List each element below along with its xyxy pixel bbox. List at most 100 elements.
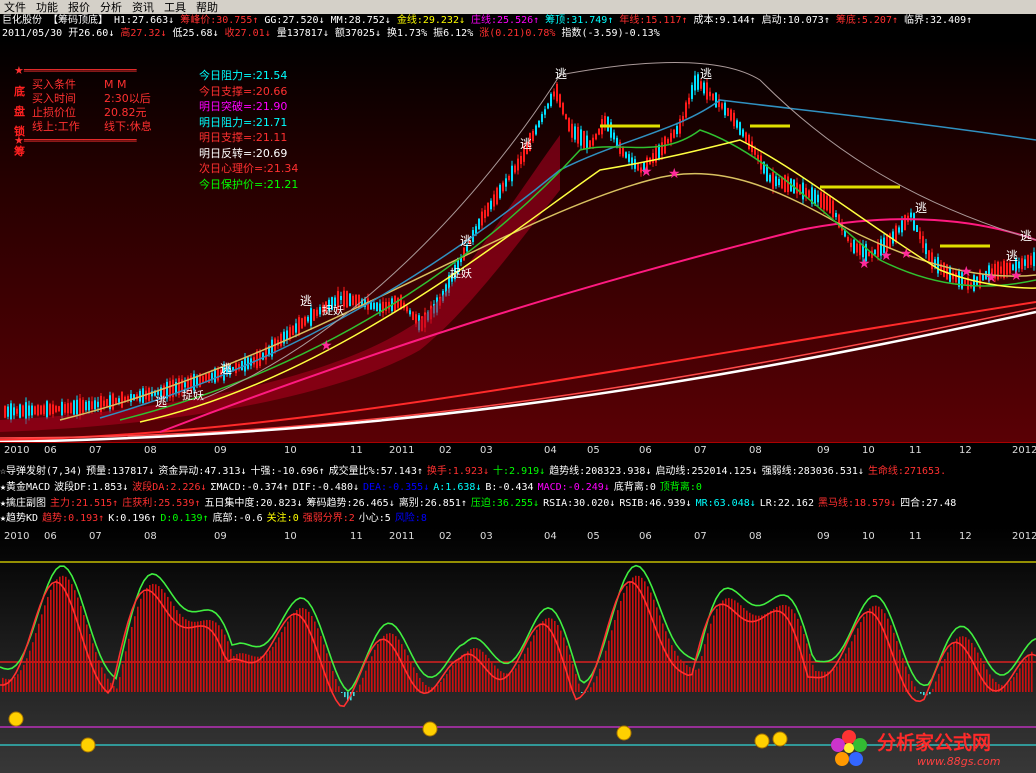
histogram-bar: [41, 614, 43, 692]
candle-body: [307, 316, 309, 322]
month-tick: 12: [959, 445, 972, 456]
histogram-bar: [401, 644, 403, 692]
star-marker: ★: [880, 248, 893, 264]
price-level: 次日心理价=:21.34: [199, 162, 299, 175]
histogram-bar: [182, 616, 184, 692]
candle-body: [856, 243, 858, 253]
candle-body: [118, 398, 120, 403]
quote-field: 量137817↓: [276, 28, 329, 39]
stock-field: 庄线:25.526↑: [471, 15, 540, 26]
month-tick: 03: [480, 445, 493, 456]
histogram-bar: [263, 655, 265, 692]
indicator-value: 压迫:36.255↓: [470, 498, 540, 509]
histogram-bar: [371, 656, 373, 692]
histogram-bar: [14, 677, 16, 692]
indicator-value: 十强:-10.696↑: [250, 466, 325, 477]
indicator-value: 筹码趋势:26.465↓: [306, 498, 395, 509]
histogram-bar: [413, 667, 415, 692]
candle-body: [706, 82, 708, 100]
indicator-value: 五日集中度:20.823↓: [204, 498, 303, 509]
indicator-value: 预量:137817↓: [86, 466, 155, 477]
histogram-bar: [251, 655, 253, 692]
candle-body: [46, 401, 48, 419]
candle-body: [739, 122, 741, 135]
candle-body: [772, 172, 774, 189]
indicator-value: 趋势:0.193↑: [42, 513, 105, 524]
histogram-bar: [890, 625, 892, 692]
histogram-bar: [638, 575, 640, 692]
candle-body: [589, 140, 591, 149]
month-tick: 09: [214, 445, 227, 456]
histogram-bar: [398, 639, 400, 692]
histogram-bar: [479, 649, 481, 692]
histogram-bar: [713, 615, 715, 692]
candle-body: [121, 391, 123, 408]
candle-body: [547, 103, 549, 109]
candle-body: [925, 243, 927, 255]
histogram-bar: [440, 681, 442, 692]
candle-body: [1030, 255, 1032, 265]
histogram-bar: [365, 670, 367, 692]
histogram-bar: [458, 657, 460, 692]
candle-body: [556, 83, 558, 102]
histogram-bar: [245, 653, 247, 692]
candle-body: [520, 155, 522, 165]
quote-field: 额37025↓: [334, 28, 381, 39]
price-level: 明日支撑=:21.11: [199, 131, 288, 144]
indicator-value: 十:2.919↓: [493, 466, 546, 477]
candle-body: [715, 92, 717, 108]
candle-body: [22, 405, 24, 417]
histogram-bar: [284, 626, 286, 692]
candle-body: [895, 225, 897, 242]
candle-body: [598, 128, 600, 135]
histogram-bar: [971, 642, 973, 692]
quote-field: 开26.60↓: [68, 28, 115, 39]
month-tick: 11: [350, 445, 363, 456]
indicator-value: 底背离:0: [613, 482, 656, 493]
candle-body: [802, 182, 804, 200]
histogram-bar: [446, 674, 448, 692]
histogram-bar: [665, 631, 667, 692]
candle-body: [346, 290, 348, 308]
trend-kd-subchart[interactable]: 2010 06 07 08 09 10 11 2011 02 03 04 05 06 07 08 09 10 11…: [0, 527, 1036, 773]
histogram-bar: [758, 615, 760, 692]
histogram-bar: [362, 677, 364, 692]
sub-month-tick: 06: [639, 531, 652, 542]
histogram-bar: [476, 648, 478, 692]
histogram-bar: [314, 621, 316, 692]
escape-label: 逃: [300, 294, 312, 308]
trade-info-box: ★═════════════════ 买入条件 M M 买入时间 2:30以后 止损价位 2…: [14, 64, 152, 158]
candle-body: [76, 399, 78, 415]
candle-body: [202, 376, 204, 383]
histogram-bar: [866, 611, 868, 692]
stock-field: 筹峰价:30.755↑: [180, 15, 259, 26]
menu-item[interactable]: 报价: [68, 0, 90, 15]
candle-body: [676, 125, 678, 135]
menu-item[interactable]: 资讯: [132, 0, 154, 15]
histogram-bar: [869, 608, 871, 692]
candle-body: [568, 118, 570, 132]
candle-body: [709, 91, 711, 97]
escape-label: 逃: [155, 395, 167, 409]
histogram-bar: [704, 644, 706, 692]
sub-month-tick: 08: [144, 531, 157, 542]
month-tick: 2012: [1012, 445, 1036, 456]
menu-item[interactable]: 帮助: [196, 0, 218, 15]
candle-body: [70, 402, 72, 414]
menu-item[interactable]: 文件: [4, 0, 26, 15]
watermark-logo: 分析家公式网 www.88gs.com: [825, 725, 1030, 771]
histogram-bar: [695, 669, 697, 692]
price-chart-svg[interactable]: 逃逃逃逃逃逃逃逃逃逃捉妖捉妖捉妖★★ ★★ ★ ★★ ★ ★: [0, 40, 1036, 442]
histogram-bar: [974, 647, 976, 692]
menu-item[interactable]: 分析: [100, 0, 122, 15]
main-candlestick-chart[interactable]: 逃逃逃逃逃逃逃逃逃逃捉妖 捉妖 捉妖 ★ ★ ★ ★ ★ ★ ★ ★ ★ ★═════════════…: [0, 40, 1036, 442]
histogram-bar: [599, 668, 601, 692]
candle-body: [514, 165, 516, 173]
menu-item[interactable]: 功能: [36, 0, 58, 15]
stock-field: MM:28.752↓: [330, 15, 391, 26]
candle-body: [397, 297, 399, 308]
histogram-bar: [383, 635, 385, 692]
menu-item[interactable]: 工具: [164, 0, 186, 15]
candle-body: [850, 242, 852, 248]
candle-body: [580, 129, 582, 146]
